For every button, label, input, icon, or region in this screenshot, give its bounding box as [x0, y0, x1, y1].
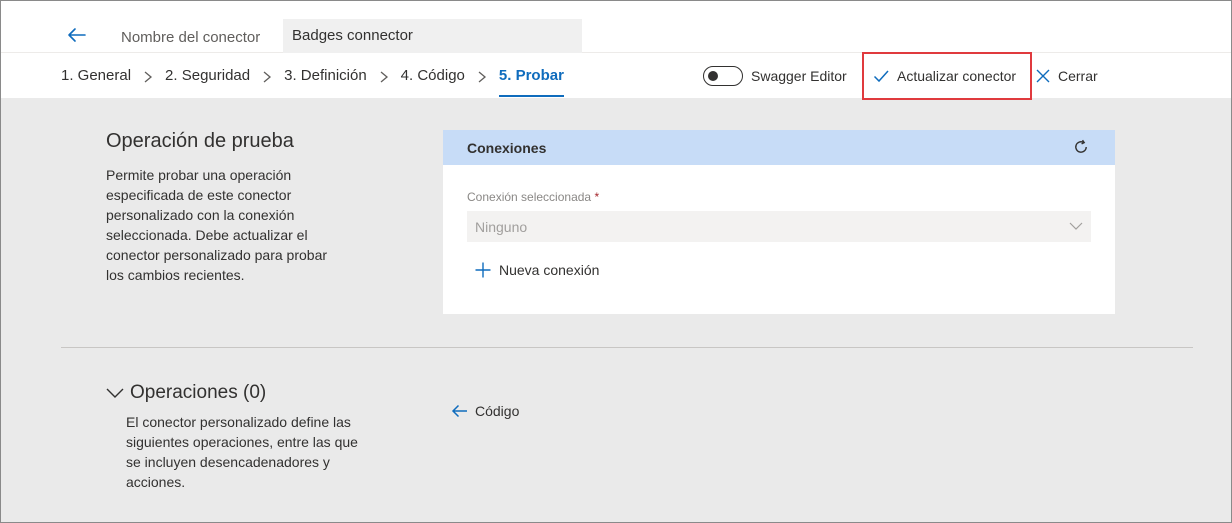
- required-marker: *: [594, 190, 600, 204]
- connections-title: Conexiones: [467, 140, 547, 156]
- section-divider: [61, 347, 1193, 348]
- arrow-left-icon: [451, 404, 467, 418]
- chevron-right-icon: [367, 55, 401, 98]
- step-security[interactable]: 2. Seguridad: [165, 55, 250, 98]
- header-top-row: Nombre del conector: [1, 1, 1231, 53]
- update-connector-label: Actualizar conector: [897, 68, 1017, 84]
- connector-name-label: Nombre del conector: [121, 29, 261, 46]
- connections-card-header: Conexiones: [443, 130, 1115, 165]
- new-connection-button[interactable]: Nueva conexión: [475, 262, 599, 278]
- connector-name-input[interactable]: [283, 19, 582, 53]
- code-link[interactable]: Código: [451, 403, 519, 419]
- operations-toggle[interactable]: Operaciones (0): [106, 382, 266, 404]
- operations-description: El conector personalizado define las sig…: [126, 414, 358, 490]
- chevron-right-icon: [131, 55, 165, 98]
- step-code[interactable]: 4. Código: [401, 55, 465, 98]
- chevron-right-icon: [465, 55, 499, 98]
- chevron-down-icon: [1069, 222, 1083, 230]
- toggle-knob: [708, 71, 718, 81]
- chevron-down-icon: [106, 388, 124, 398]
- update-connector-button[interactable]: Actualizar conector: [873, 65, 1016, 87]
- arrow-left-icon: [68, 28, 86, 42]
- swagger-editor-label: Swagger Editor: [751, 68, 847, 84]
- refresh-icon[interactable]: [1073, 139, 1089, 155]
- test-operation-title: Operación de prueba: [106, 130, 294, 152]
- plus-icon: [475, 262, 491, 278]
- connection-dropdown-value: Ninguno: [475, 219, 528, 235]
- chevron-right-icon: [250, 55, 284, 98]
- step-definition[interactable]: 3. Definición: [284, 55, 367, 98]
- connections-card: Conexiones Conexión seleccionada * Ningu…: [443, 130, 1115, 314]
- close-label: Cerrar: [1058, 68, 1098, 84]
- step-general[interactable]: 1. General: [61, 55, 131, 98]
- swagger-editor-toggle[interactable]: [703, 66, 743, 86]
- test-operation-description: Permite probar una operación especificad…: [106, 167, 328, 283]
- selected-connection-label: Conexión seleccionada *: [467, 190, 600, 204]
- step-test[interactable]: 5. Probar: [498, 55, 564, 98]
- new-connection-label: Nueva conexión: [499, 262, 600, 278]
- code-link-label: Código: [475, 403, 520, 419]
- app-frame: Nombre del conector 1. General 2. Seguri…: [0, 0, 1232, 523]
- back-button[interactable]: [63, 21, 91, 49]
- header: Nombre del conector 1. General 2. Seguri…: [1, 1, 1231, 100]
- wizard-steps: 1. General 2. Seguridad 3. Definición 4.…: [61, 55, 564, 98]
- close-icon: [1036, 69, 1050, 83]
- connection-dropdown[interactable]: Ninguno: [467, 211, 1091, 242]
- checkmark-icon: [873, 70, 889, 83]
- operations-title: Operaciones (0): [130, 382, 267, 403]
- close-button[interactable]: Cerrar: [1036, 65, 1098, 87]
